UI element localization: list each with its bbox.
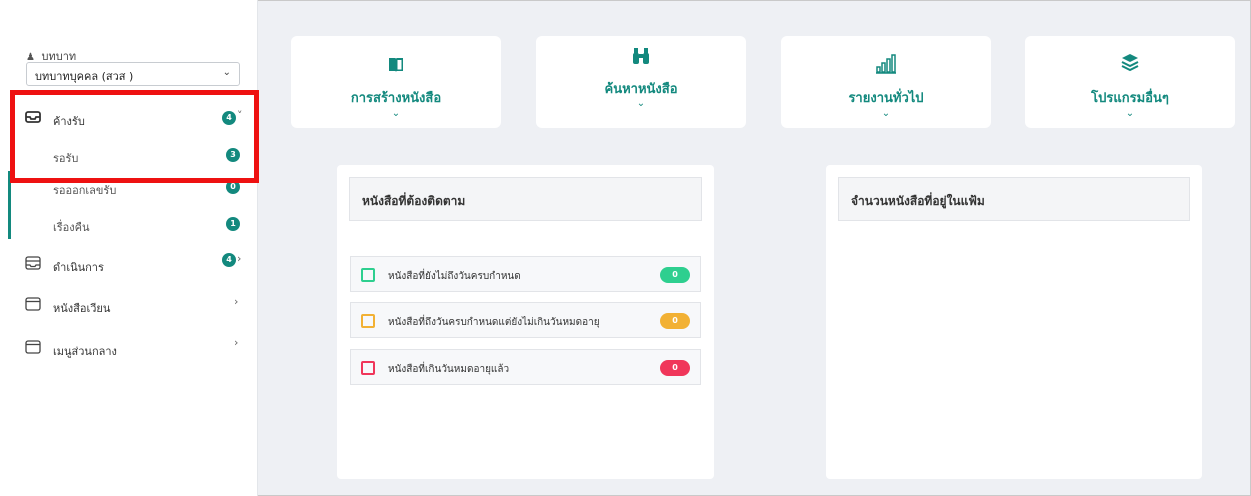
card-search-document[interactable]: ค้นหาหนังสือ ⌄ xyxy=(536,36,746,128)
chevron-down-icon: ⌄ xyxy=(222,67,231,78)
menu-item-label: รอออกเลขรับ xyxy=(53,184,117,197)
card-label: การสร้างหนังสือ xyxy=(350,91,442,106)
menu-item-label: เมนูส่วนกลาง xyxy=(53,345,117,358)
card-other-programs[interactable]: โปรแกรมอื่นๆ ⌄ xyxy=(1025,36,1235,128)
count-pill: 0 xyxy=(660,313,690,329)
follow-row-not-due[interactable]: หนังสือที่ยังไม่ถึงวันครบกำหนด 0 xyxy=(350,256,701,292)
highlight-box xyxy=(10,90,259,183)
folder-count-panel: จำนวนหนังสือที่อยู่ในแฟ้ม xyxy=(826,165,1202,479)
layers-icon xyxy=(1025,52,1235,77)
follow-up-panel: หนังสือที่ต้องติดตาม หนังสือที่ยังไม่ถึง… xyxy=(337,165,714,479)
chevron-right-icon: › xyxy=(234,295,239,308)
panel-title: จำนวนหนังสือที่อยู่ในแฟ้ม xyxy=(838,177,1190,221)
notebook-icon xyxy=(361,268,375,282)
card-create-document[interactable]: การสร้างหนังสือ ⌄ xyxy=(291,36,501,128)
menu-item-central[interactable]: เมนูส่วนกลาง › xyxy=(0,333,258,363)
submenu-item-returned[interactable]: เรื่องคืน 1 xyxy=(0,209,258,239)
notebook-icon xyxy=(361,314,375,328)
book-icon xyxy=(291,56,501,79)
follow-row-expired[interactable]: หนังสือที่เกินวันหมดอายุแล้ว 0 xyxy=(350,349,701,385)
row-label: หนังสือที่ยังไม่ถึงวันครบกำหนด xyxy=(388,271,521,282)
card-general-report[interactable]: รายงานทั่วไป ⌄ xyxy=(781,36,991,128)
menu-item-label: เรื่องคืน xyxy=(53,221,90,234)
menu-item-label: ดำเนินการ xyxy=(53,261,104,274)
chevron-right-icon: › xyxy=(234,336,239,349)
inbox-stack-icon xyxy=(25,256,41,270)
binoculars-icon xyxy=(536,46,746,71)
menu-item-processing[interactable]: ดำเนินการ 4 › xyxy=(0,249,258,279)
role-select-value: บทบาทบุคคล (สวส ) xyxy=(35,70,134,83)
panel-title: หนังสือที่ต้องติดตาม xyxy=(349,177,702,221)
sidebar: ♟ บทบาท บทบาทบุคคล (สวส ) ⌄ ค้างรับ 4 ˅ … xyxy=(0,0,258,496)
count-pill: 0 xyxy=(660,267,690,283)
notebook-icon xyxy=(361,361,375,375)
chevron-right-icon: › xyxy=(237,252,242,265)
window-icon xyxy=(25,340,41,354)
row-label: หนังสือที่เกินวันหมดอายุแล้ว xyxy=(388,364,510,375)
count-badge: 1 xyxy=(226,217,240,231)
chevron-down-icon: ⌄ xyxy=(636,98,646,109)
count-pill: 0 xyxy=(660,360,690,376)
bar-chart-icon xyxy=(781,54,991,79)
card-label: โปรแกรมอื่นๆ xyxy=(1091,91,1169,106)
chevron-down-icon: ⌄ xyxy=(391,108,401,119)
card-label: รายงานทั่วไป xyxy=(848,91,924,106)
menu-item-label: หนังสือเวียน xyxy=(53,302,111,315)
window-icon xyxy=(25,297,41,311)
chevron-down-icon: ⌄ xyxy=(1125,108,1135,119)
chevron-down-icon: ⌄ xyxy=(881,108,891,119)
card-label: ค้นหาหนังสือ xyxy=(604,82,678,97)
count-badge: 4 xyxy=(222,253,236,267)
follow-row-due[interactable]: หนังสือที่ถึงวันครบกำหนดแต่ยังไม่เกินวัน… xyxy=(350,302,701,338)
row-label: หนังสือที่ถึงวันครบกำหนดแต่ยังไม่เกินวัน… xyxy=(388,317,600,328)
menu-item-circular[interactable]: หนังสือเวียน › xyxy=(0,290,258,320)
role-select[interactable]: บทบาทบุคคล (สวส ) ⌄ xyxy=(26,62,240,86)
